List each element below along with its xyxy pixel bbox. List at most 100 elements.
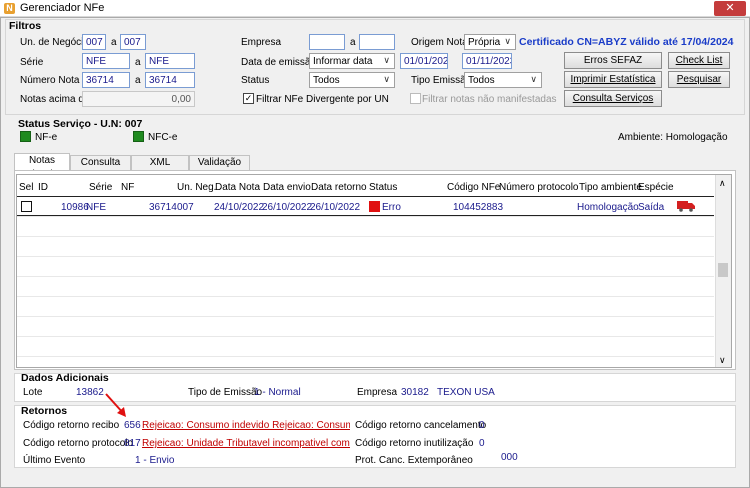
status-label: Status (241, 75, 270, 86)
lote-value: 13862 (76, 387, 104, 398)
status-select[interactable]: Todos ∨ (309, 72, 395, 88)
col-un-neg: Un. Neg. (177, 182, 217, 193)
tab-notas-fiscais[interactable]: Notas Fiscais (14, 153, 70, 180)
origem-nota-value: Própria (468, 37, 501, 48)
serie-label: Série (20, 57, 44, 68)
filtros-title: Filtros (9, 20, 42, 32)
origem-nota-select[interactable]: Própria ∨ (464, 34, 516, 50)
cancelamento-value: 0 (479, 420, 485, 431)
empresa-code: 30182 (401, 387, 429, 398)
empresa-info-label: Empresa (357, 387, 398, 398)
notas-acima-input[interactable]: 0,00 (82, 91, 195, 107)
tipo-emissao-label: Tipo Emissão (411, 75, 472, 86)
pesquisar-button[interactable]: Pesquisar (668, 71, 730, 88)
erros-sefaz-button[interactable]: Erros SEFAZ (564, 52, 662, 69)
data-emissao-label: Data de emissão (241, 57, 317, 68)
numero-nota-label: Número Nota (20, 75, 80, 86)
consulta-servicos-button[interactable]: Consulta Serviços (564, 90, 662, 107)
cell-nf: 36714 (149, 202, 177, 213)
numero-nota-sep: a (135, 75, 141, 86)
divergente-label: Filtrar NFe Divergente por UN (256, 94, 389, 105)
scroll-down-icon[interactable]: ∨ (719, 355, 726, 366)
ultimo-evento-label: Último Evento (23, 455, 86, 466)
empresa-to-input[interactable] (359, 34, 395, 50)
tipo-emissao-info-value: 1 - Normal (254, 387, 301, 398)
cell-serie: NFE (86, 202, 106, 213)
inutilizacao-value: 0 (479, 438, 485, 449)
nfce-status-indicator (133, 131, 144, 142)
col-status: Status (369, 182, 398, 193)
status-servico-title: Status Serviço - U.N: 007 (18, 118, 143, 130)
serie-sep: a (135, 57, 141, 68)
col-numero-protocolo: Número protocolo (499, 182, 579, 193)
empresa-sep: a (350, 37, 356, 48)
status-error-icon (369, 201, 380, 212)
scroll-up-icon[interactable]: ∧ (719, 178, 726, 189)
data-emissao-value: Informar data (313, 56, 373, 67)
status-value: Todos (313, 75, 340, 86)
chevron-down-icon: ∨ (530, 74, 537, 84)
origem-nota-label: Origem Nota (411, 37, 468, 48)
serie-to-input[interactable]: NFE (145, 53, 195, 69)
nfe-status-label: NF-e (35, 132, 58, 143)
un-negocio-to-input[interactable]: 007 (120, 34, 146, 50)
numero-nota-from-input[interactable]: 36714 (82, 72, 130, 88)
un-negocio-from-input[interactable]: 007 (82, 34, 106, 50)
tipo-emissao-info-label: Tipo de Emissão (188, 387, 263, 398)
checklist-button[interactable]: Check List (668, 52, 730, 69)
row-select-checkbox[interactable] (21, 201, 32, 212)
empresa-name: TEXON USA (437, 387, 495, 398)
cell-data-nota: 24/10/2022 (214, 202, 265, 213)
cancelamento-label: Código retorno cancelamento (355, 420, 487, 431)
notas-acima-label: Notas acima de (20, 94, 90, 105)
data-to-input[interactable]: 01/11/2023 (462, 53, 512, 69)
protocolo-code: 817 (124, 438, 141, 449)
window-title: Gerenciador NFe (20, 2, 105, 14)
divergente-checkbox[interactable]: ✓ (243, 93, 254, 104)
protocolo-message-link[interactable]: Rejeicao: Unidade Tributavel incompative… (142, 438, 350, 449)
extemporaneo-label: Prot. Canc. Extemporâneo (355, 455, 473, 466)
recibo-label: Código retorno recibo (23, 420, 120, 431)
col-serie: Série (89, 182, 113, 193)
empresa-from-input[interactable] (309, 34, 345, 50)
tab-consulta-nfe[interactable]: Consulta NFe (70, 155, 131, 182)
cell-codigo-nfe: 104452883 (453, 202, 504, 213)
tab-validacao-xml[interactable]: Validação XML (189, 155, 250, 182)
col-nf: NF (121, 182, 135, 193)
extemporaneo-value: 000 (501, 452, 518, 463)
cell-status: Erro (382, 202, 401, 213)
tab-xml[interactable]: XML (131, 155, 189, 171)
un-negocio-label: Un. de Negócio (20, 37, 89, 48)
chevron-down-icon: ∨ (383, 74, 390, 84)
close-button[interactable]: ✕ (714, 1, 746, 16)
protocolo-label: Código retorno protocolo (23, 438, 134, 449)
recibo-code: 656 (124, 420, 141, 431)
cell-un-neg: 007 (177, 202, 194, 213)
imprimir-estatistica-button[interactable]: Imprimir Estatística (564, 71, 662, 88)
col-data-retorno: Data retorno (311, 182, 367, 193)
serie-from-input[interactable]: NFE (82, 53, 130, 69)
lote-label: Lote (23, 387, 43, 398)
app-icon: N (4, 3, 15, 14)
data-emissao-select[interactable]: Informar data ∨ (309, 53, 395, 69)
un-negocio-sep: a (111, 37, 117, 48)
empresa-label: Empresa (241, 37, 282, 48)
scrollbar-thumb[interactable] (718, 263, 728, 277)
col-id: ID (38, 182, 48, 193)
recibo-message-link[interactable]: Rejeicao: Consumo indevido Rejeicao: Con… (142, 420, 350, 431)
nao-manifestadas-checkbox[interactable] (410, 93, 421, 104)
tipo-emissao-select[interactable]: Todos ∨ (464, 72, 542, 88)
numero-nota-to-input[interactable]: 36714 (145, 72, 195, 88)
col-codigo-nfe: Código NFe (447, 182, 501, 193)
data-from-input[interactable]: 01/01/2022 (400, 53, 448, 69)
cell-id: 10986 (61, 202, 89, 213)
truck-icon (677, 201, 695, 212)
certificado-text: Certificado CN=ABYZ válido até 17/04/202… (519, 36, 734, 48)
grid-rows-bg (17, 197, 714, 357)
ambiente-text: Ambiente: Homologação (618, 132, 728, 143)
col-sel: Sel (19, 182, 34, 193)
cell-especie: Saída (638, 202, 665, 213)
col-tipo-ambiente: Tipo ambiente (579, 182, 642, 193)
nfe-status-indicator (20, 131, 31, 142)
retornos-title: Retornos (21, 405, 68, 417)
